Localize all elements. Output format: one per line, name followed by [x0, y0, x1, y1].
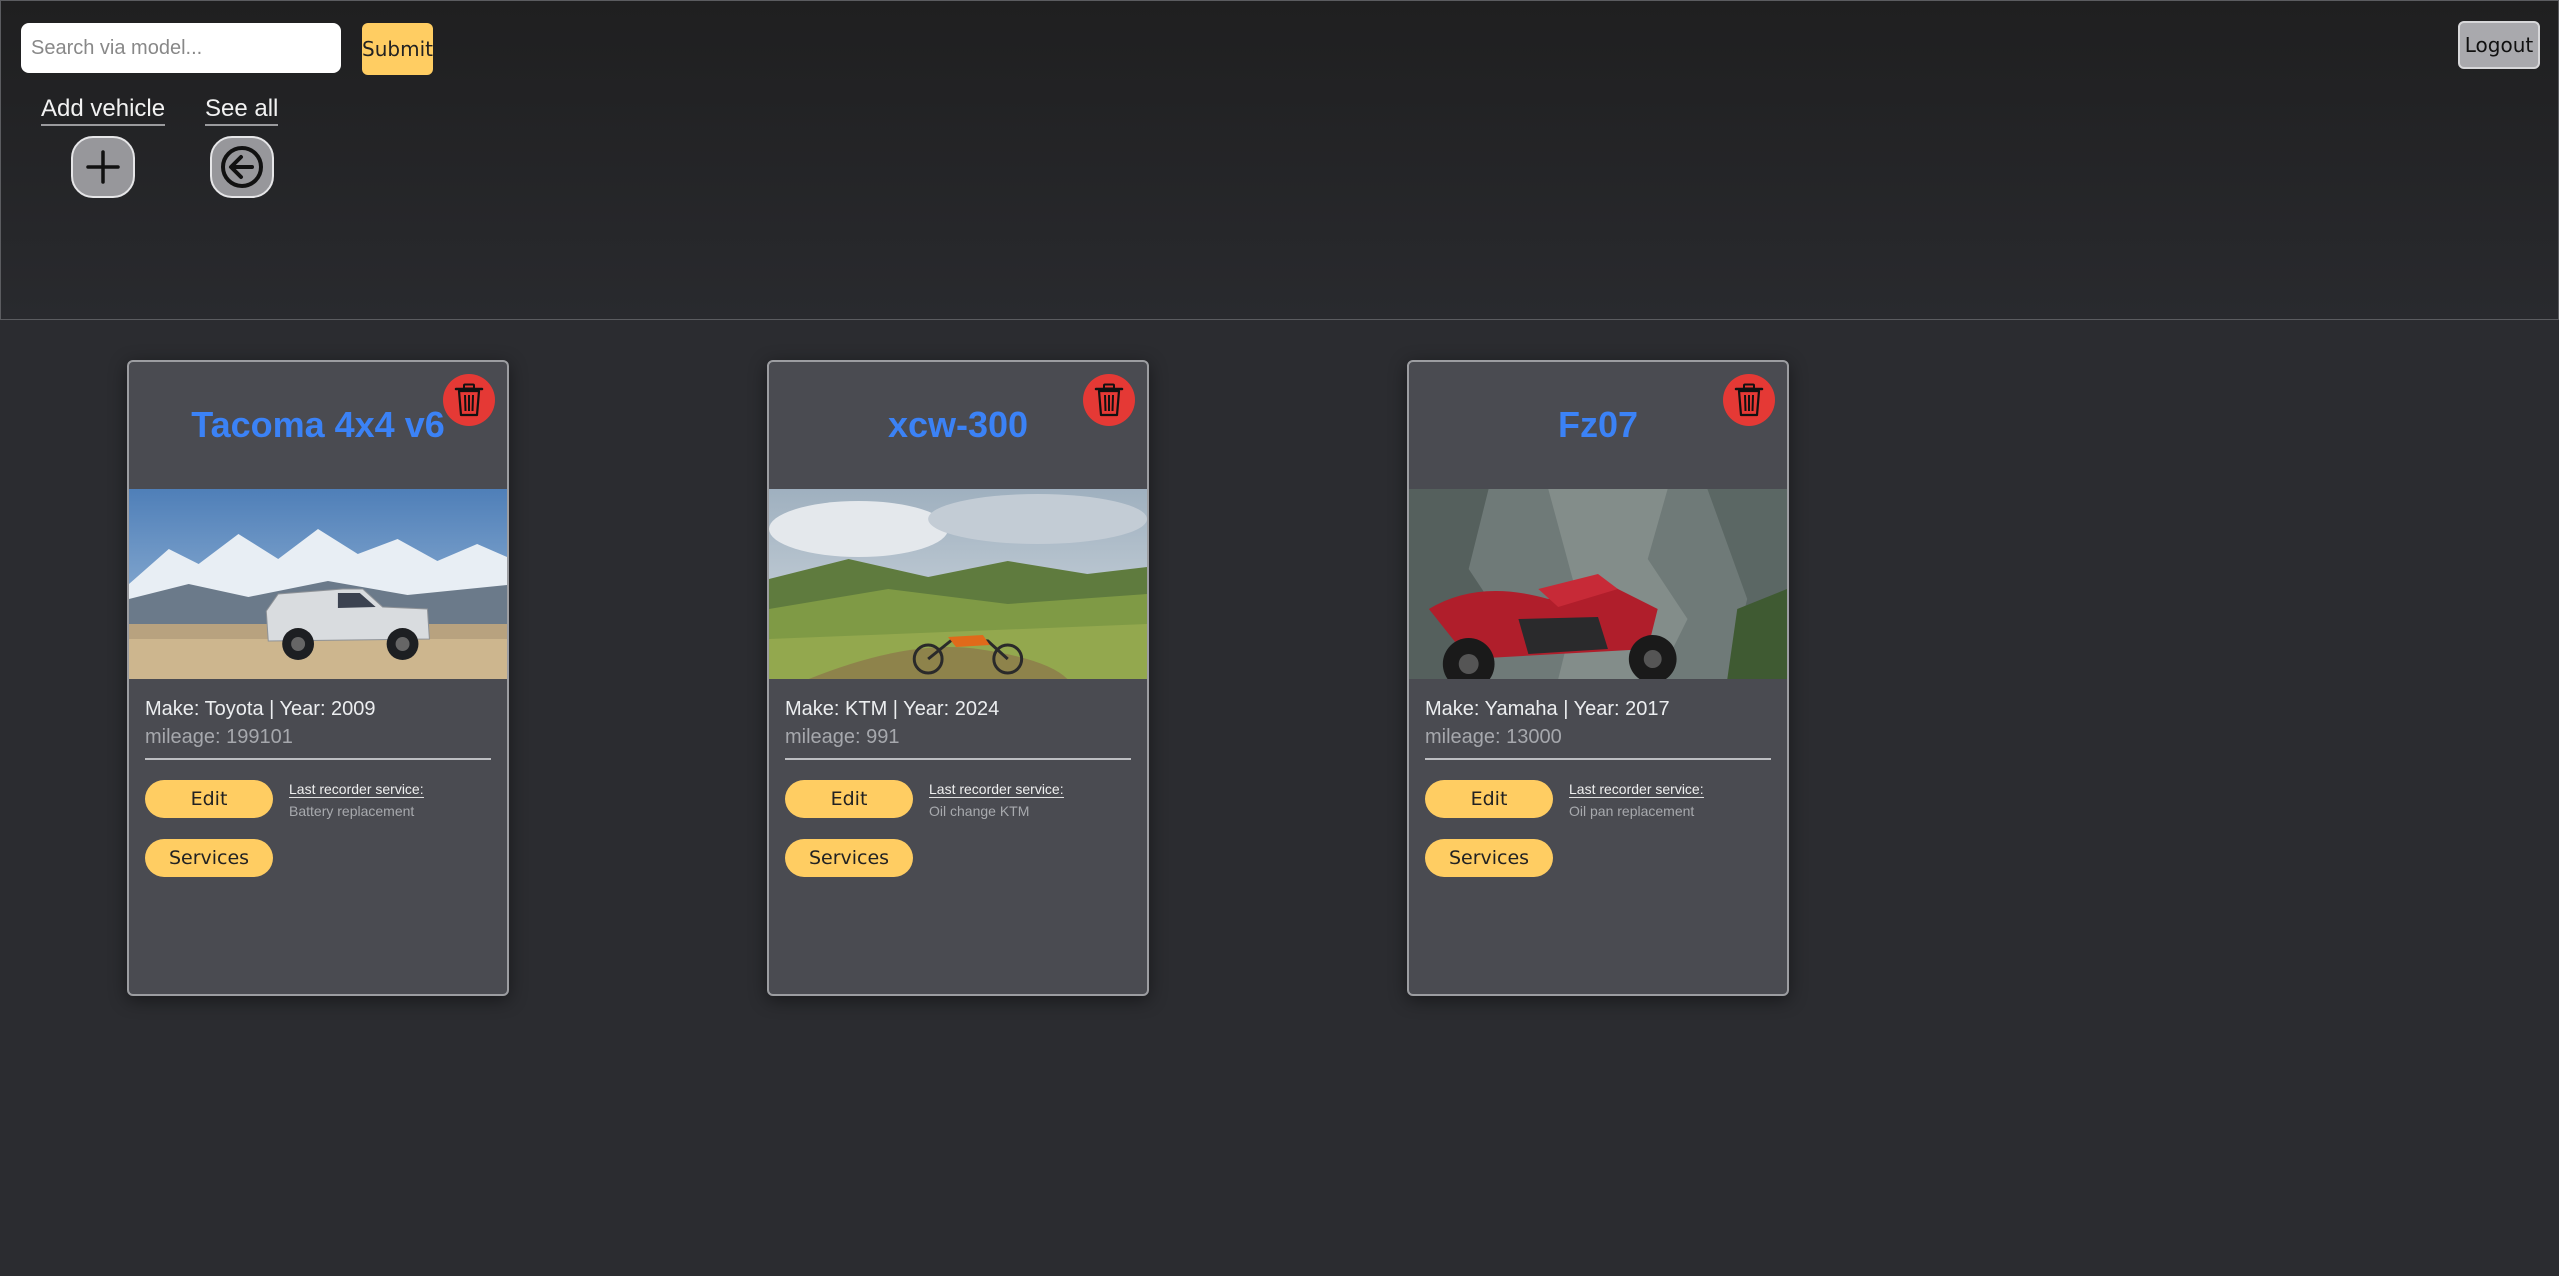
- vehicle-card: xcw-300 Make: KTM | Year: 2024 mileage: …: [767, 360, 1149, 996]
- trash-icon: [1094, 383, 1124, 417]
- make-year-text: Make: Yamaha | Year: 2017: [1425, 698, 1670, 720]
- services-button[interactable]: Services: [145, 839, 273, 877]
- arrow-left-circle-icon: [221, 146, 263, 188]
- search-input[interactable]: [21, 23, 341, 73]
- top-toolbar: Submit Logout Add vehicle See all: [0, 0, 2559, 320]
- delete-vehicle-button[interactable]: [1083, 374, 1135, 426]
- last-service-value: Oil change KTM: [929, 803, 1030, 819]
- make-year-text: Make: KTM | Year: 2024: [785, 698, 1000, 720]
- vehicle-card: Tacoma 4x4 v6 Make: Toyota | Year: 2009 …: [127, 360, 509, 996]
- divider: [785, 758, 1131, 760]
- edit-button[interactable]: Edit: [1425, 780, 1553, 818]
- divider: [1425, 758, 1771, 760]
- services-button[interactable]: Services: [785, 839, 913, 877]
- see-all-button[interactable]: [210, 136, 274, 198]
- last-service-label: Last recorder service:: [289, 781, 424, 798]
- last-service-value: Battery replacement: [289, 803, 415, 819]
- make-year-text: Make: Toyota | Year: 2009: [145, 698, 376, 720]
- last-service-label: Last recorder service:: [929, 781, 1064, 798]
- last-service-value: Oil pan replacement: [1569, 803, 1695, 819]
- vehicle-photo: [769, 489, 1147, 679]
- delete-vehicle-button[interactable]: [1723, 374, 1775, 426]
- logout-button[interactable]: Logout: [2458, 21, 2540, 69]
- trash-icon: [454, 383, 484, 417]
- submit-button[interactable]: Submit: [362, 23, 433, 75]
- mileage-text: mileage: 199101: [145, 726, 293, 748]
- vehicle-photo: [1409, 489, 1787, 679]
- services-button[interactable]: Services: [1425, 839, 1553, 877]
- see-all-link[interactable]: See all: [205, 95, 279, 126]
- trash-icon: [1734, 383, 1764, 417]
- edit-button[interactable]: Edit: [785, 780, 913, 818]
- mileage-text: mileage: 991: [785, 726, 900, 748]
- delete-vehicle-button[interactable]: [443, 374, 495, 426]
- edit-button[interactable]: Edit: [145, 780, 273, 818]
- vehicle-card: Fz07 Make: Yamaha | Year: 2017 mileage: …: [1407, 360, 1789, 996]
- mileage-text: mileage: 13000: [1425, 726, 1562, 748]
- vehicle-photo: [129, 489, 507, 679]
- add-vehicle-link[interactable]: Add vehicle: [41, 95, 166, 126]
- plus-icon: [86, 150, 120, 184]
- divider: [145, 758, 491, 760]
- add-vehicle-button[interactable]: [71, 136, 135, 198]
- last-service-label: Last recorder service:: [1569, 781, 1704, 798]
